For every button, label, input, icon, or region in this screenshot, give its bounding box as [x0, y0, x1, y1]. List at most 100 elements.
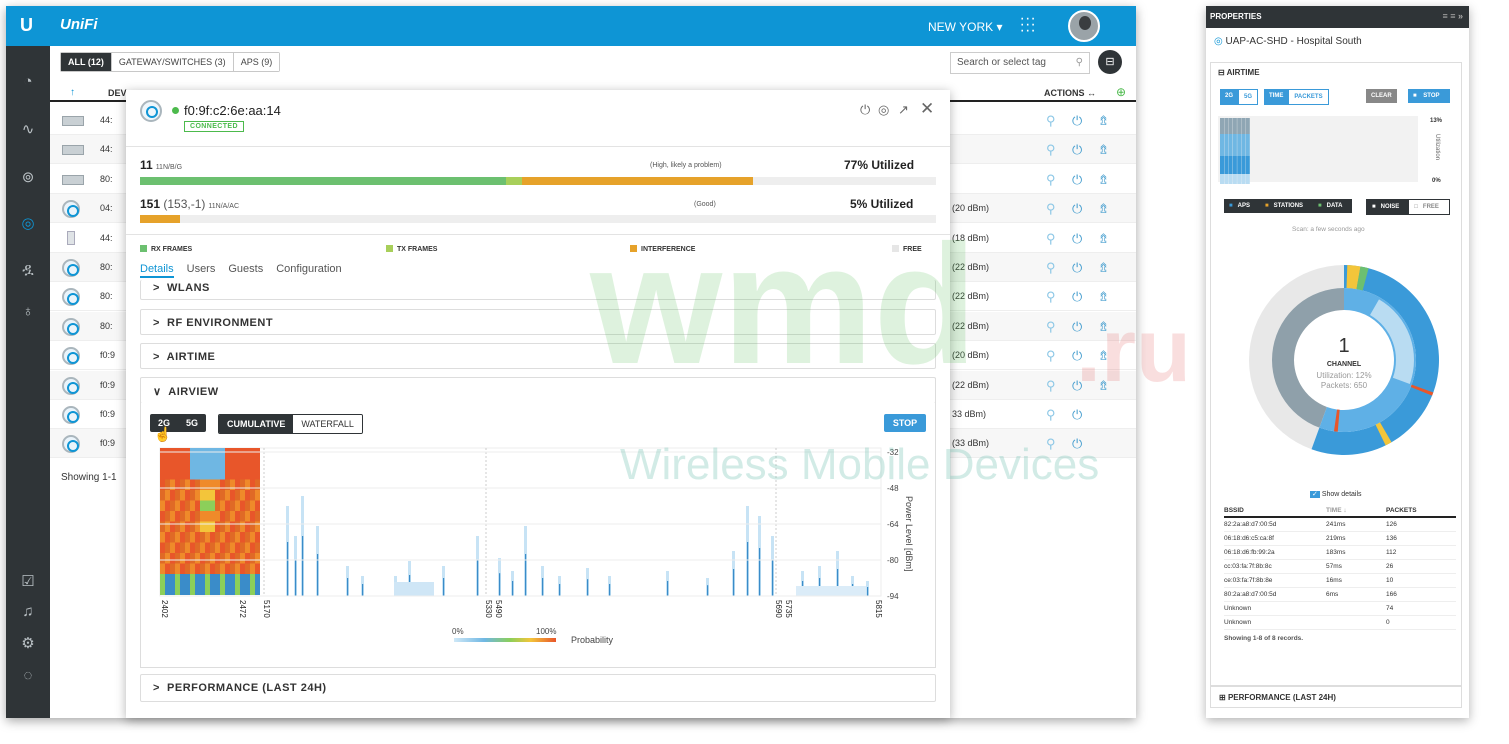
upgrade-icon[interactable]: ⇯	[1098, 260, 1109, 276]
insights-icon[interactable]: ♁	[18, 302, 38, 322]
tab-users[interactable]: Users	[187, 263, 216, 278]
user-avatar[interactable]	[1068, 10, 1100, 42]
popout-icon[interactable]: ↗	[898, 102, 909, 118]
statistics-icon[interactable]: ∿	[18, 120, 38, 140]
restart-icon[interactable]: ⏻	[1072, 407, 1082, 423]
collapse-icons[interactable]: ≡ ≡ »	[1442, 11, 1463, 21]
pr-band-5g[interactable]: 5G	[1238, 89, 1259, 105]
device-name: 44:	[100, 144, 113, 155]
noise-toggle[interactable]: ■ NOISE	[1367, 200, 1410, 214]
mode-cumulative[interactable]: CUMULATIVE	[219, 415, 294, 433]
heat-cell	[160, 584, 165, 595]
pr-performance-section[interactable]: ⊞ PERFORMANCE (LAST 24H)	[1210, 686, 1462, 708]
tab-guests[interactable]: Guests	[228, 263, 263, 278]
legend-data: ■ DATA	[1318, 203, 1343, 209]
device-type-icon	[62, 116, 84, 126]
restart-icon[interactable]: ⏻	[1072, 113, 1082, 129]
restart-icon[interactable]: ⏻	[860, 102, 870, 118]
locate-icon[interactable]: ⚲	[1046, 289, 1056, 305]
heat-cell	[250, 574, 255, 585]
locate-icon[interactable]: ◎	[878, 102, 889, 118]
section-performance[interactable]: > PERFORMANCE (LAST 24H)	[140, 674, 936, 702]
pr-mode-packets[interactable]: PACKETS	[1288, 89, 1329, 105]
spectrum-peak	[772, 560, 774, 596]
locate-icon[interactable]: ⚲	[1046, 260, 1056, 276]
add-column-icon[interactable]: ⊕	[1116, 85, 1126, 99]
restart-icon[interactable]: ⏻	[1072, 201, 1082, 217]
upgrade-icon[interactable]: ⇯	[1098, 142, 1109, 158]
restart-icon[interactable]: ⏻	[1072, 142, 1082, 158]
locate-icon[interactable]: ⚲	[1046, 378, 1056, 394]
heat-cell	[180, 532, 185, 543]
airview-stop-button[interactable]: STOP	[884, 414, 926, 432]
col-device[interactable]: DEV	[108, 88, 127, 98]
chat-icon[interactable]: ◌	[18, 666, 38, 686]
pr-band-2g[interactable]: 2G	[1220, 89, 1239, 105]
locate-icon[interactable]: ⚲	[1046, 231, 1056, 247]
alerts-check-icon[interactable]: ☑	[18, 572, 38, 592]
y-tick: -64	[887, 520, 899, 529]
tab-details[interactable]: Details	[140, 263, 174, 278]
heat-cell	[185, 584, 190, 595]
heat-cell	[240, 521, 245, 532]
histogram-bar	[1224, 174, 1229, 184]
notifications-bell-icon[interactable]: ♫	[18, 602, 38, 622]
properties-toggle-button[interactable]: ⊟	[1098, 50, 1122, 74]
pr-mode-time[interactable]: TIME	[1264, 89, 1289, 105]
map-icon[interactable]: ⊚	[18, 168, 38, 188]
bssid-row[interactable]: Unknown 0	[1224, 616, 1456, 630]
locate-icon[interactable]: ⚲	[1046, 201, 1056, 217]
filter-aps[interactable]: APS (9)	[233, 53, 280, 71]
dashboard-icon[interactable]: ◔	[18, 72, 38, 92]
pr-clear-button[interactable]: CLEAR	[1366, 89, 1397, 103]
free-toggle[interactable]: □ FREE	[1409, 200, 1449, 214]
pr-stop-button[interactable]: ■ STOP	[1408, 89, 1450, 103]
show-details-checkbox[interactable]: ✓ Show details	[1310, 490, 1362, 498]
spectrum-block	[796, 586, 866, 596]
apps-grid-icon[interactable]: ∙∙∙ ∙∙∙ ∙∙∙	[1020, 11, 1036, 39]
settings-gear-icon[interactable]: ⚙	[18, 634, 38, 654]
interference-segment	[522, 177, 753, 185]
bssid-row[interactable]: 06:18:d6:fb:99:2a 183ms 112	[1224, 546, 1456, 560]
device-tx-power: 33 dBm)	[952, 409, 987, 419]
packets: 26	[1386, 563, 1394, 570]
airtime-title[interactable]: ⊟ AIRTIME	[1218, 68, 1260, 77]
site-selector[interactable]: NEW YORK ▾	[928, 20, 1002, 34]
heat-cell	[225, 574, 230, 585]
locate-icon[interactable]: ⚲	[1046, 172, 1056, 188]
locate-icon[interactable]: ⚲	[1046, 319, 1056, 335]
bssid-row[interactable]: 80:2a:a8:d7:00:5d 6ms 166	[1224, 588, 1456, 602]
bssid-row[interactable]: 82:2a:a8:d7:00:5d 241ms 126	[1224, 518, 1456, 532]
bssid-row[interactable]: cc:03:fa:7f:8b:8c 57ms 26	[1224, 560, 1456, 574]
sort-arrow-icon[interactable]: ↑	[70, 87, 75, 98]
restart-icon[interactable]: ⏻	[1072, 172, 1082, 188]
bssid-row[interactable]: Unknown 74	[1224, 602, 1456, 616]
restart-icon[interactable]: ⏻	[1072, 231, 1082, 247]
clients-icon[interactable]: ዷ	[18, 260, 38, 280]
rx-segment	[140, 177, 507, 185]
upgrade-icon[interactable]: ⇯	[1098, 231, 1109, 247]
locate-icon[interactable]: ⚲	[1046, 348, 1056, 364]
upgrade-icon[interactable]: ⇯	[1098, 172, 1109, 188]
bssid-row[interactable]: ce:03:fa:7f:8b:8e 16ms 10	[1224, 574, 1456, 588]
band-5g[interactable]: 5G	[178, 414, 207, 432]
devices-icon[interactable]: ◎	[18, 214, 38, 234]
heat-cell	[215, 532, 220, 543]
heat-cell	[245, 500, 250, 511]
mode-waterfall[interactable]: WATERFALL	[293, 415, 362, 433]
filter-all[interactable]: ALL (12)	[61, 53, 112, 71]
heat-cell	[205, 574, 210, 585]
tab-configuration[interactable]: Configuration	[276, 263, 341, 278]
filter-gateways[interactable]: GATEWAY/SWITCHES (3)	[111, 53, 234, 71]
upgrade-icon[interactable]: ⇯	[1098, 201, 1109, 217]
locate-icon[interactable]: ⚲	[1046, 407, 1056, 423]
locate-icon[interactable]: ⚲	[1046, 142, 1056, 158]
close-icon[interactable]: ✕	[920, 99, 934, 119]
upgrade-icon[interactable]: ⇯	[1098, 113, 1109, 129]
restart-icon[interactable]: ⏻	[1072, 260, 1082, 276]
bssid-row[interactable]: 06:18:d6:c5:ca:8f 219ms 136	[1224, 532, 1456, 546]
heat-cell	[170, 511, 175, 522]
heat-cell	[225, 563, 230, 574]
search-input[interactable]: Search or select tag ⚲	[950, 52, 1090, 74]
locate-icon[interactable]: ⚲	[1046, 113, 1056, 129]
